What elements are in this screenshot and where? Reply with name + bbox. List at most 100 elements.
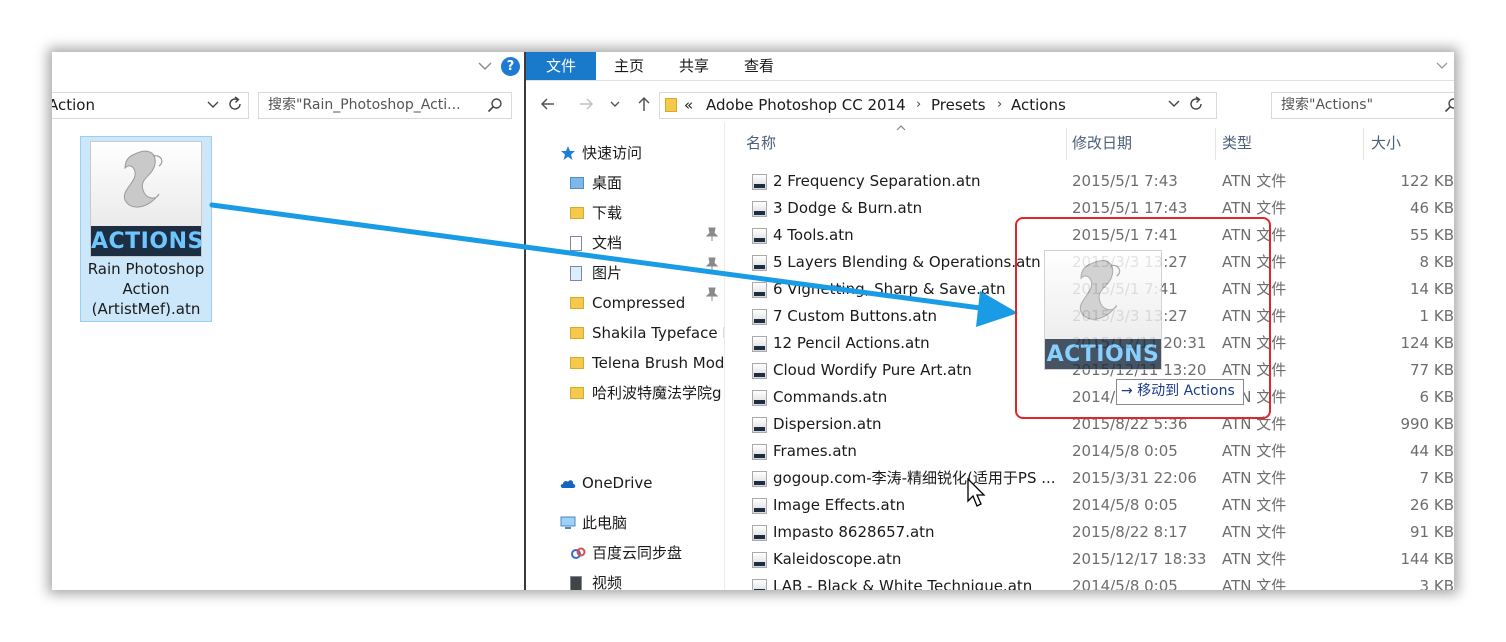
column-divider[interactable] bbox=[1215, 128, 1216, 160]
file-name: Cloud Wordify Pure Art.atn bbox=[773, 361, 972, 379]
nav-item-telena[interactable]: Telena Brush Mod bbox=[570, 349, 724, 377]
actions-label: ACTIONS bbox=[91, 226, 201, 256]
left-address-bar[interactable]: Action bbox=[52, 92, 249, 119]
file-row[interactable]: 3 Dodge & Burn.atn 2015/5/1 17:43 ATN 文件 46… bbox=[725, 195, 1454, 222]
file-size: 3 KB bbox=[1419, 577, 1454, 590]
address-segment-photoshop[interactable]: Adobe Photoshop CC 2014 bbox=[706, 93, 906, 117]
column-header-name[interactable]: 名称 bbox=[746, 132, 776, 154]
nav-label: OneDrive bbox=[582, 474, 653, 492]
tab-home[interactable]: 主页 bbox=[604, 52, 654, 80]
chevron-down-icon[interactable] bbox=[1166, 96, 1182, 112]
file-row[interactable]: Commands.atn2014/5/8 0:05ATN 文件6 KB bbox=[725, 384, 1454, 411]
search-icon[interactable] bbox=[487, 97, 503, 113]
file-name: Dispersion.atn bbox=[773, 415, 882, 433]
chevron-down-icon[interactable] bbox=[206, 98, 220, 112]
chevron-right-icon[interactable]: › bbox=[997, 93, 1002, 117]
sort-ascending-icon bbox=[896, 125, 906, 131]
nav-label: 下载 bbox=[592, 204, 623, 222]
nav-item-shakila[interactable]: Shakila Typeface H bbox=[570, 319, 724, 347]
left-search-box[interactable]: 搜索"Rain_Photoshop_Acti... bbox=[258, 92, 512, 119]
help-icon[interactable]: ? bbox=[501, 57, 520, 76]
atn-file-icon bbox=[752, 471, 767, 487]
atn-file-icon bbox=[752, 417, 767, 433]
file-name: 2 Frequency Separation.atn bbox=[773, 172, 981, 190]
file-name: 4 Tools.atn bbox=[773, 226, 854, 244]
atn-file-icon bbox=[752, 552, 767, 568]
search-box[interactable]: 搜索"Actions" bbox=[1271, 92, 1454, 119]
tab-view[interactable]: 查看 bbox=[734, 52, 784, 80]
back-icon[interactable] bbox=[538, 94, 558, 114]
nav-label: 视频 bbox=[592, 574, 623, 590]
folder-icon bbox=[570, 327, 584, 339]
refresh-icon[interactable] bbox=[225, 94, 245, 114]
file-row[interactable]: Kaleidoscope.atn 2015/12/17 18:33 ATN 文件 14… bbox=[725, 546, 1454, 573]
address-bar[interactable]: « Adobe Photoshop CC 2014 › Presets › Ac… bbox=[659, 92, 1217, 119]
file-type: ATN 文件 bbox=[1222, 415, 1287, 433]
address-segment-presets[interactable]: Presets bbox=[931, 93, 986, 117]
file-type: ATN 文件 bbox=[1222, 253, 1287, 271]
file-row[interactable]: LAB - Black & White Technique.atn 2014/5/… bbox=[725, 573, 1454, 590]
file-name: 7 Custom Buttons.atn bbox=[773, 307, 937, 325]
column-divider[interactable] bbox=[1363, 128, 1364, 160]
file-row[interactable]: 2 Frequency Separation.atn 2015/5/1 7:43 A… bbox=[725, 168, 1454, 195]
column-header-type[interactable]: 类型 bbox=[1222, 132, 1252, 154]
tab-file[interactable]: 文件 bbox=[526, 52, 596, 80]
file-type: ATN 文件 bbox=[1222, 199, 1287, 217]
nav-label: 快速访问 bbox=[582, 144, 643, 162]
address-overflow[interactable]: « bbox=[684, 93, 693, 117]
file-date: 2015/3/31 22:06 bbox=[1072, 469, 1197, 487]
tab-share[interactable]: 共享 bbox=[669, 52, 719, 80]
desktop-icon bbox=[570, 177, 584, 189]
file-row[interactable]: Dispersion.atn 2015/8/22 5:36 ATN 文件 990 KB bbox=[725, 411, 1454, 438]
file-date: 2014/5/8 0:05 bbox=[1072, 496, 1178, 514]
file-type: ATN 文件 bbox=[1222, 307, 1287, 325]
recent-locations-icon[interactable] bbox=[608, 94, 622, 114]
forward-icon[interactable] bbox=[576, 94, 596, 114]
address-segment-actions[interactable]: Actions bbox=[1011, 93, 1066, 117]
chevron-right-icon[interactable]: › bbox=[916, 93, 921, 117]
file-name: 6 Vignetting, Sharp & Save.atn bbox=[773, 280, 1006, 298]
file-row[interactable]: Frames.atn 2014/5/8 0:05 ATN 文件 44 KB bbox=[725, 438, 1454, 465]
file-type: ATN 文件 bbox=[1222, 442, 1287, 460]
nav-item-harry-potter[interactable]: 哈利波特魔法学院g bbox=[570, 379, 724, 407]
video-icon bbox=[570, 576, 582, 590]
scroll-icon bbox=[1079, 260, 1121, 320]
file-name: LAB - Black & White Technique.atn bbox=[773, 577, 1033, 590]
actions-label: ACTIONS bbox=[1045, 339, 1161, 369]
folder-icon bbox=[665, 98, 677, 112]
refresh-icon[interactable] bbox=[1186, 94, 1206, 114]
file-type: ATN 文件 bbox=[1222, 496, 1287, 514]
file-name: 12 Pencil Actions.atn bbox=[773, 334, 930, 352]
file-type: ATN 文件 bbox=[1222, 577, 1287, 590]
file-date: 2015/8/22 8:17 bbox=[1072, 523, 1188, 541]
file-row[interactable]: gogoup.com-李涛-精细锐化(适用于PS ... 2015/3/31 22… bbox=[725, 465, 1454, 492]
file-type: ATN 文件 bbox=[1222, 226, 1287, 244]
file-row[interactable]: Impasto 8628657.atn 2015/8/22 8:17 ATN 文件 9… bbox=[725, 519, 1454, 546]
column-header-date[interactable]: 修改日期 bbox=[1072, 132, 1132, 154]
chevron-down-icon[interactable] bbox=[1434, 58, 1450, 74]
up-icon[interactable] bbox=[634, 94, 654, 114]
file-name-label: Rain Photoshop Action (ArtistMef).atn bbox=[87, 260, 205, 318]
column-divider[interactable] bbox=[1066, 128, 1067, 160]
selected-file-tile[interactable]: ACTIONS Rain Photoshop Action (ArtistMef… bbox=[80, 136, 212, 322]
file-name: Image Effects.atn bbox=[773, 496, 906, 514]
file-row[interactable]: Image Effects.atn 2014/5/8 0:05 ATN 文件 26 K… bbox=[725, 492, 1454, 519]
search-icon[interactable] bbox=[1444, 97, 1454, 113]
pictures-icon bbox=[570, 266, 582, 281]
nav-label: Compressed bbox=[592, 294, 686, 312]
atn-file-icon bbox=[752, 174, 767, 190]
chevron-down-icon[interactable] bbox=[476, 57, 494, 75]
pin-icon[interactable] bbox=[706, 227, 718, 241]
screenshot-frame: ? Action 搜索"Rain_Photoshop_Acti... ACTIO… bbox=[52, 52, 1454, 590]
pin-icon[interactable] bbox=[706, 287, 718, 301]
pin-icon[interactable] bbox=[706, 257, 718, 271]
nav-label: 桌面 bbox=[592, 174, 623, 192]
file-row[interactable]: 4 Tools.atn 2015/5/1 7:41 ATN 文件 55 KB bbox=[725, 222, 1454, 249]
column-header-size[interactable]: 大小 bbox=[1371, 132, 1401, 154]
file-date: 2015/8/22 5:36 bbox=[1072, 415, 1188, 433]
file-size: 14 KB bbox=[1410, 280, 1454, 298]
file-type: ATN 文件 bbox=[1222, 550, 1287, 568]
file-date: 2014/5/8 0:05 bbox=[1072, 577, 1178, 590]
computer-icon bbox=[560, 516, 576, 529]
atn-file-icon bbox=[752, 201, 767, 217]
